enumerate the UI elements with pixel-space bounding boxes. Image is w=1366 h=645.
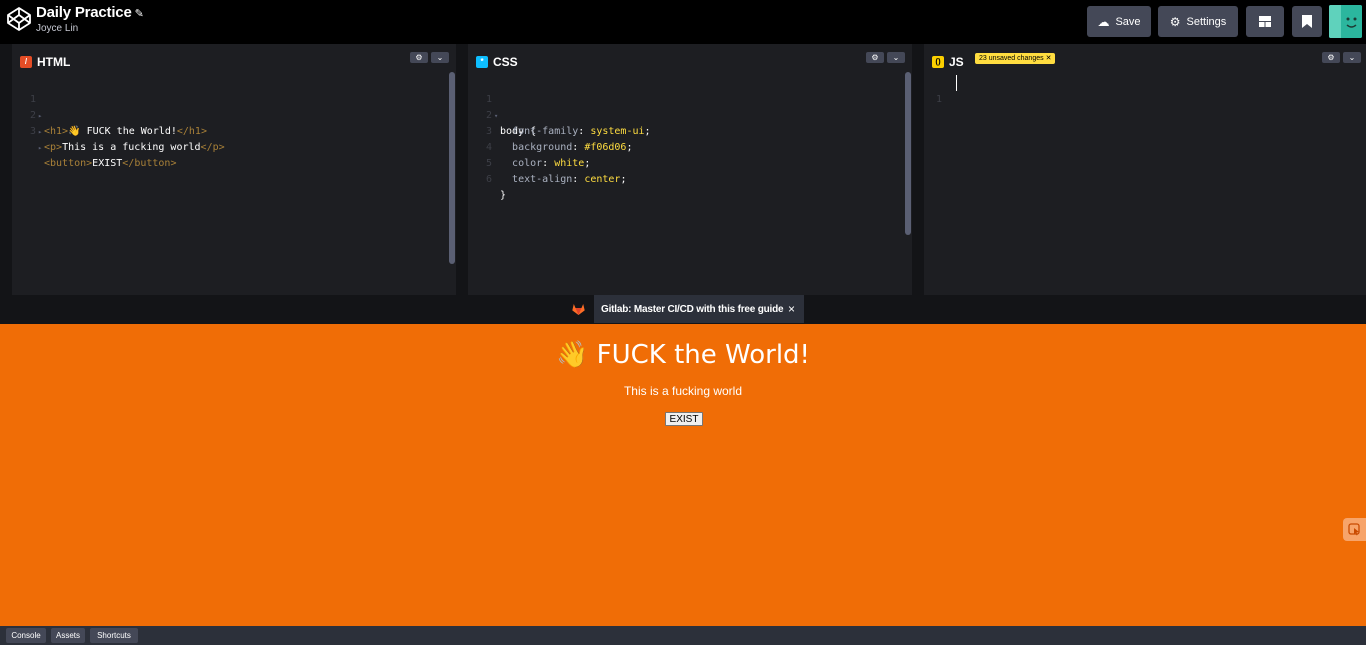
gear-icon[interactable]: ⚙ [1322, 52, 1340, 63]
shortcuts-button[interactable]: Shortcuts [90, 628, 138, 643]
close-icon[interactable]: × [788, 302, 795, 316]
line-number: 3 [29, 126, 36, 137]
code-text: EXIST [92, 158, 123, 169]
code-text: This is a fucking world [62, 142, 201, 153]
css-tab-label: CSS [493, 54, 518, 69]
change-view-button[interactable] [1246, 6, 1284, 37]
code-tag: </h1> [176, 126, 207, 137]
preview-pane[interactable]: 👋 FUCK the World! This is a fucking worl… [0, 324, 1366, 626]
preview-heading: 👋 FUCK the World! [556, 340, 810, 370]
code-line: 1 [924, 76, 1366, 105]
ad-text[interactable]: Gitlab: Master CI/CD with this free guid… [601, 304, 784, 315]
js-editor-pane[interactable]: () JS ⚙ ⌄ 1 [924, 44, 1366, 295]
code-value: center [584, 174, 621, 185]
js-tab[interactable]: () JS [932, 51, 964, 72]
code-tag: </button> [122, 158, 177, 169]
resize-handle-html-css[interactable] [456, 44, 468, 295]
js-tab-label: JS [949, 54, 964, 69]
chevron-down-icon[interactable]: ⌄ [1343, 52, 1361, 63]
editor-area: / HTML ⚙ ⌄ 1 ▸ <h1>👋 FUCK the World!</h1… [0, 44, 1366, 295]
code-line: 5 text-align: center; [468, 140, 912, 185]
html-scrollbar[interactable] [449, 72, 455, 264]
layout-grid-icon [1259, 16, 1271, 27]
html-editor-header: / HTML ⚙ ⌄ [12, 44, 456, 72]
save-button[interactable]: ☁ Save [1087, 6, 1151, 37]
css-editor-controls: ⚙ ⌄ [863, 52, 905, 64]
css-icon: * [476, 55, 488, 68]
code-tag: <button> [44, 158, 93, 169]
code-line: 3 background: #f06d06; [468, 108, 912, 153]
code-line: 1 ▸ <h1>👋 FUCK the World!</h1> [12, 76, 456, 137]
pointer-icon [1348, 523, 1360, 536]
close-icon[interactable]: ✕ [1046, 55, 1052, 62]
code-line: 3 ▸ <button>EXIST</button> [12, 108, 456, 169]
code-line: 4 color: white; [468, 124, 912, 169]
pin-button[interactable] [1292, 6, 1322, 37]
edit-pencil-icon[interactable]: ✎ [135, 7, 144, 20]
cloud-icon: ☁ [1097, 14, 1110, 29]
line-number: 1 [935, 94, 942, 105]
gear-icon[interactable]: ⚙ [410, 52, 428, 63]
author-name[interactable]: Joyce Lin [36, 23, 144, 34]
preview-exist-button[interactable]: EXIST [665, 412, 703, 426]
code-line: 1 ▾ body { [468, 76, 912, 137]
ad-banner[interactable]: Gitlab: Master CI/CD with this free guid… [594, 295, 804, 323]
chevron-down-icon[interactable]: ⌄ [431, 52, 449, 63]
code-line: 2 font-family: system-ui; [468, 92, 912, 137]
assets-button[interactable]: Assets [51, 628, 85, 643]
line-number: 6 [485, 174, 492, 185]
console-button[interactable]: Console [6, 628, 46, 643]
code-line: 2 ▸ <p>This is a fucking world</p> [12, 92, 456, 153]
avatar-face-icon [1329, 5, 1362, 38]
html-editor-controls: ⚙ ⌄ [407, 52, 449, 64]
settings-label: Settings [1186, 15, 1227, 28]
gitlab-icon [572, 304, 585, 315]
save-label: Save [1115, 15, 1141, 28]
css-code[interactable]: 1 ▾ body { 2 font-family: system-ui; 3 b… [468, 76, 912, 201]
settings-button[interactable]: ⚙ Settings [1158, 6, 1238, 37]
user-avatar[interactable] [1329, 5, 1362, 38]
text-cursor [956, 75, 957, 91]
preview-paragraph: This is a fucking world [623, 384, 743, 398]
js-icon: () [932, 55, 944, 68]
chevron-down-icon[interactable]: ⌄ [887, 52, 905, 63]
css-tab[interactable]: * CSS [476, 51, 518, 72]
fold-arrow-icon[interactable]: ▸ [38, 140, 42, 156]
bookmark-icon [1302, 15, 1312, 28]
unsaved-changes-badge[interactable]: 23 unsaved changes ✕ [975, 53, 1056, 64]
code-line: 6 } [468, 156, 912, 201]
bottom-bar: Console Assets Shortcuts [0, 626, 1366, 645]
js-code[interactable]: 1 [924, 76, 1366, 105]
code-text: 👋 FUCK the World! [68, 126, 177, 137]
html-tab[interactable]: / HTML [20, 51, 70, 72]
css-scrollbar[interactable] [905, 72, 911, 235]
css-editor-pane[interactable]: * CSS ⚙ ⌄ 1 ▾ body { 2 font-family: syst… [468, 44, 912, 295]
html-editor-pane[interactable]: / HTML ⚙ ⌄ 1 ▸ <h1>👋 FUCK the World!</h1… [12, 44, 456, 295]
css-editor-header: * CSS ⚙ ⌄ [468, 44, 912, 72]
top-bar: Daily Practice ✎ Joyce Lin ☁ Save ⚙ Setti… [0, 0, 1366, 44]
gear-icon[interactable]: ⚙ [866, 52, 884, 63]
resize-handle-css-js[interactable] [912, 44, 924, 295]
html-code[interactable]: 1 ▸ <h1>👋 FUCK the World!</h1> 2 ▸ <p>Th… [12, 76, 456, 169]
js-editor-controls: ⚙ ⌄ [1319, 52, 1361, 64]
unsaved-changes-text: 23 unsaved changes [979, 55, 1044, 62]
pen-title-block: Daily Practice ✎ Joyce Lin [36, 4, 144, 34]
gear-icon: ⚙ [1169, 14, 1181, 29]
side-feedback-tab[interactable] [1343, 518, 1366, 541]
html-icon: / [20, 55, 32, 68]
codepen-logo-icon[interactable] [6, 6, 32, 32]
html-tab-label: HTML [37, 54, 71, 69]
code-brace: } [500, 190, 507, 201]
code-tag: </p> [200, 142, 225, 153]
pen-title[interactable]: Daily Practice [36, 4, 132, 21]
code-property: text-align [512, 174, 573, 185]
editor-left-edge [0, 44, 12, 295]
